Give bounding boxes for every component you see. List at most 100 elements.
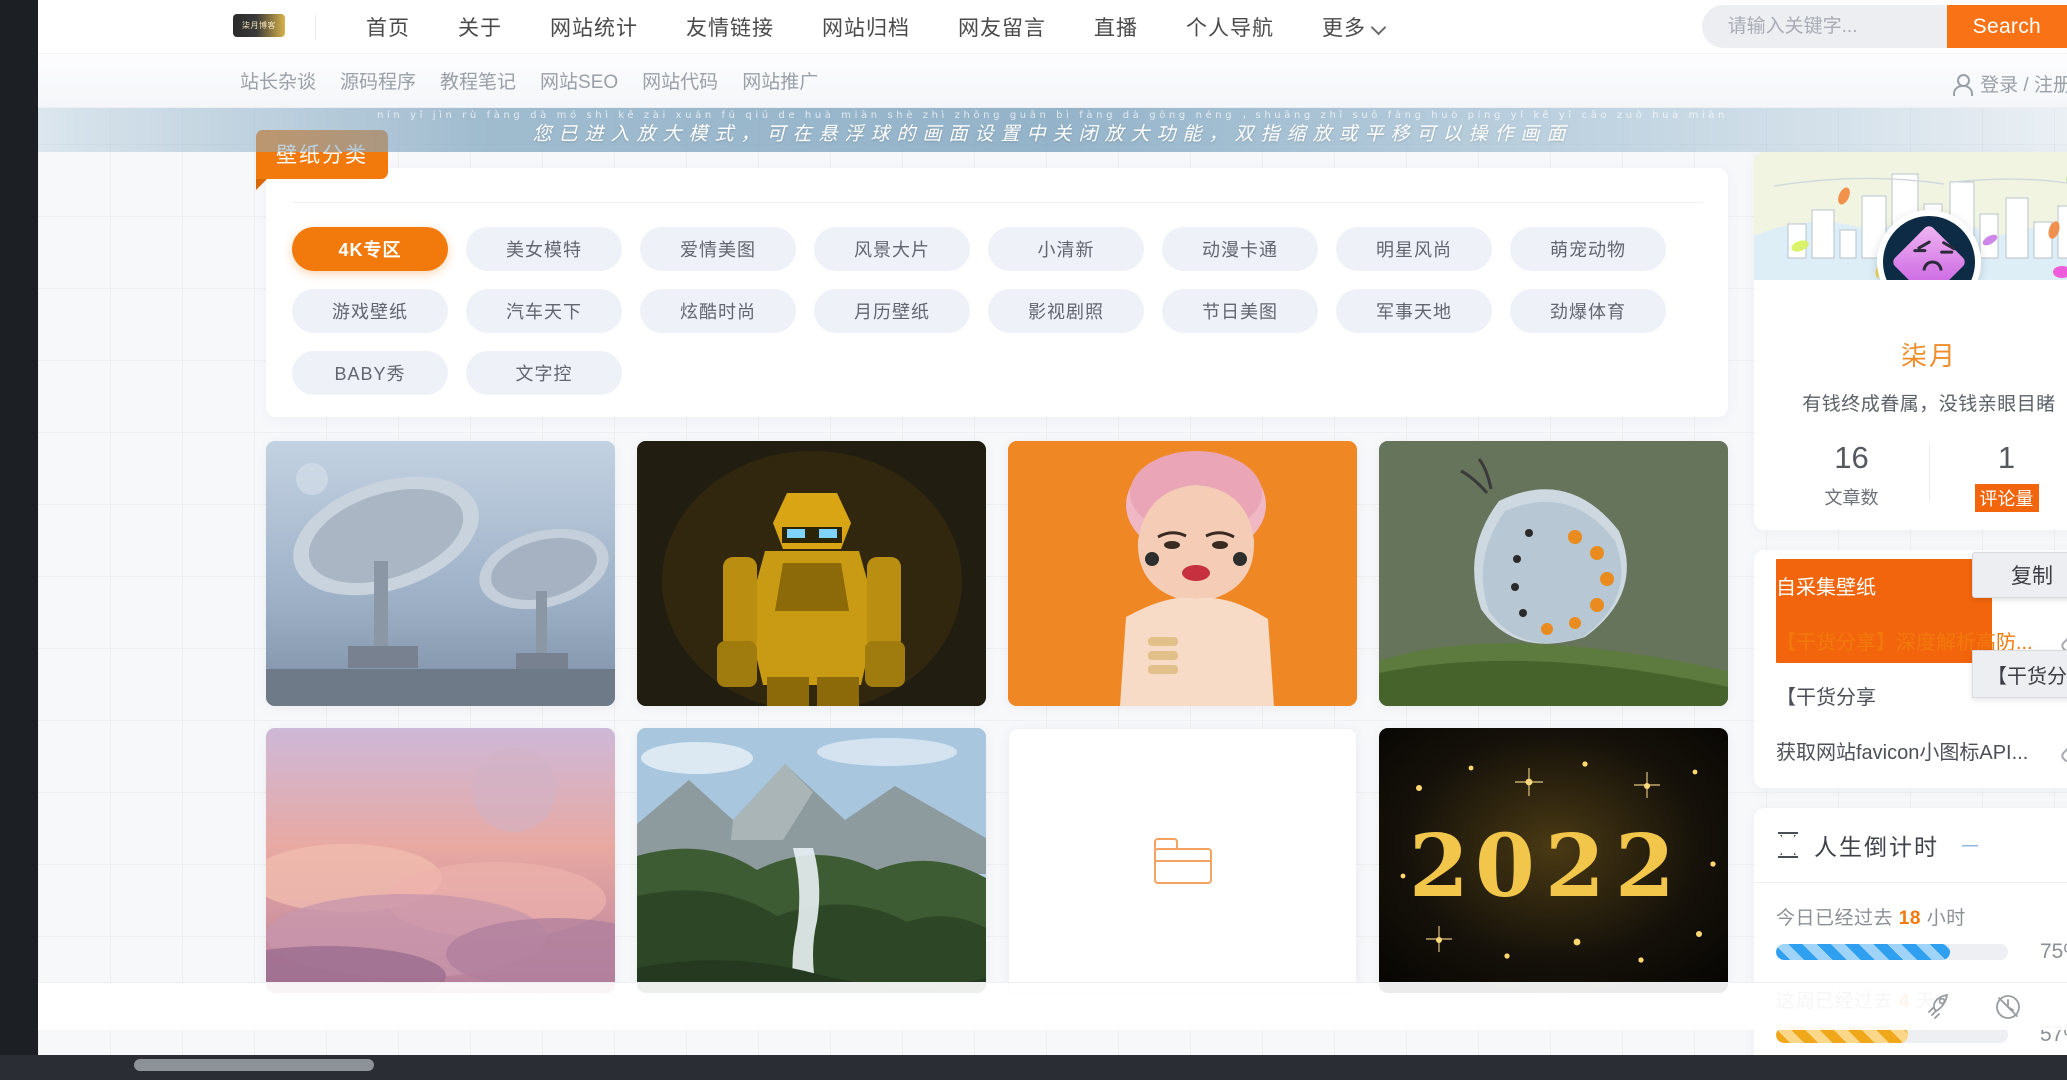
- subnav-item-seo[interactable]: 网站SEO: [528, 67, 630, 94]
- recent-links-card: 自采集壁纸 【干货分享】深度解析高防... 【干货分享 获取网站favicon小…: [1754, 550, 2067, 788]
- category-panel: 壁纸分类 4K专区 美女模特 爱情美图 风景大片 小清新 动漫卡通 明星风尚 萌…: [256, 130, 1728, 417]
- countdown-row-today: 今日已经过去 18 小时 75%: [1776, 903, 2067, 964]
- logo-badge: 柒月博客: [233, 13, 285, 37]
- countdown-header: 人生倒计时 －: [1754, 808, 2067, 883]
- wallpaper-grid: 20 22: [266, 441, 1728, 993]
- category-chip-fresh[interactable]: 小清新: [988, 227, 1144, 271]
- nav-item-nav[interactable]: 个人导航: [1162, 12, 1298, 42]
- wallpaper-item-radio-telescope-dishes[interactable]: [266, 441, 615, 706]
- countdown-today-unit: 小时: [1926, 908, 1966, 929]
- nav-item-home[interactable]: 首页: [342, 12, 434, 42]
- floating-action-bar: [38, 982, 2067, 1030]
- profile-stats: 16 文章数 1 评论量: [1774, 438, 2067, 512]
- wallpaper-item-blue-butterfly-macro[interactable]: [1379, 441, 1728, 706]
- category-chip-model[interactable]: 美女模特: [466, 227, 622, 271]
- search-button[interactable]: Search: [1946, 5, 2067, 48]
- hourglass-icon: [1776, 832, 1800, 858]
- category-chip-festival[interactable]: 节日美图: [1162, 289, 1318, 333]
- search-input[interactable]: [1701, 5, 1947, 48]
- wallpaper-item-mountain-waterfall-valley[interactable]: [637, 728, 986, 993]
- subnav-item-code[interactable]: 网站代码: [630, 67, 730, 94]
- link-icon[interactable]: [2060, 739, 2067, 763]
- stat-articles-label: 文章数: [1824, 488, 1879, 508]
- nav-item-guestbook[interactable]: 网友留言: [934, 12, 1070, 42]
- category-chip-list: 4K专区 美女模特 爱情美图 风景大片 小清新 动漫卡通 明星风尚 萌宠动物 游…: [292, 227, 1702, 395]
- category-chip-celebrity[interactable]: 明星风尚: [1336, 227, 1492, 271]
- category-chip-baby[interactable]: BABY秀: [292, 351, 448, 395]
- category-chip-military[interactable]: 军事天地: [1336, 289, 1492, 333]
- countdown-today-prefix: 今日已经过去: [1776, 908, 1894, 929]
- avatar-face-icon: [1890, 223, 1968, 280]
- category-chip-pets[interactable]: 萌宠动物: [1510, 227, 1666, 271]
- wallpaper-item-pink-hair-woman-orange[interactable]: [1008, 441, 1357, 706]
- rocket-icon[interactable]: [1925, 992, 1955, 1022]
- main-content: 壁纸分类 4K专区 美女模特 爱情美图 风景大片 小清新 动漫卡通 明星风尚 萌…: [256, 130, 1728, 993]
- subnav-item-promote[interactable]: 网站推广: [730, 67, 830, 94]
- site-header: 柒月博客 首页 关于 网站统计 友情链接 网站归档 网友留言 直播 个人导航 更…: [38, 0, 2067, 53]
- wallpaper-item-empty-placeholder[interactable]: [1008, 728, 1357, 993]
- chevron-down-icon: [1373, 21, 1384, 32]
- nav-item-archive[interactable]: 网站归档: [798, 12, 934, 42]
- panel-divider: [292, 202, 1702, 203]
- robot-image: [637, 441, 986, 706]
- nav-item-live[interactable]: 直播: [1070, 12, 1162, 42]
- site-logo[interactable]: 柒月博客: [233, 13, 285, 40]
- search-bar: Search: [1701, 5, 2067, 48]
- profile-body: 柒月 有钱终成眷属，没钱亲眼目睹 16 文章数 1 评论量: [1754, 280, 2067, 530]
- scrollbar-thumb[interactable]: [134, 1059, 374, 1071]
- category-chip-movie[interactable]: 影视剧照: [988, 289, 1144, 333]
- countdown-title: 人生倒计时: [1814, 834, 1939, 860]
- portrait-image: [1008, 441, 1357, 706]
- link-row-3-title: 【干货分享: [1776, 687, 1876, 709]
- wallpaper-item-2022-gold-stars[interactable]: 20 22: [1379, 728, 1728, 993]
- category-chip-fashion[interactable]: 炫酷时尚: [640, 289, 796, 333]
- category-chip-game[interactable]: 游戏壁纸: [292, 289, 448, 333]
- clock-icon[interactable]: [1993, 992, 2023, 1022]
- secondary-nav: 站长杂谈 源码程序 教程笔记 网站SEO 网站代码 网站推广 登录 / 注册: [38, 53, 2067, 108]
- subnav-item-tutorial[interactable]: 教程笔记: [428, 67, 528, 94]
- nav-item-more[interactable]: 更多: [1298, 12, 1408, 42]
- context-menu-copy[interactable]: 复制: [1972, 552, 2067, 598]
- waterfall-image: [637, 728, 986, 993]
- category-chip-landscape[interactable]: 风景大片: [814, 227, 970, 271]
- browser-viewport: 柒月博客 首页 关于 网站统计 友情链接 网站归档 网友留言 直播 个人导航 更…: [0, 0, 2067, 1080]
- horizontal-scrollbar[interactable]: [0, 1055, 2067, 1080]
- radio-telescope-image: [266, 441, 615, 706]
- category-chip-4k[interactable]: 4K专区: [292, 227, 448, 271]
- stat-articles-value: 16: [1834, 440, 1869, 475]
- viewport-left-gutter: [0, 0, 38, 1055]
- link-row-4[interactable]: 获取网站favicon小图标API...: [1754, 723, 2067, 778]
- svg-text:2: 2: [1615, 816, 1675, 917]
- wallpaper-item-yellow-robot-bumblebee[interactable]: [637, 441, 986, 706]
- profile-card: 柒月 有钱终成眷属，没钱亲眼目睹 16 文章数 1 评论量: [1754, 152, 2067, 530]
- svg-text:2: 2: [1545, 816, 1605, 917]
- wallpaper-item-pink-clouds-planet[interactable]: [266, 728, 615, 993]
- stat-articles[interactable]: 16 文章数: [1774, 438, 1929, 510]
- primary-nav: 首页 关于 网站统计 友情链接 网站归档 网友留言 直播 个人导航 更多: [342, 12, 1408, 42]
- category-chip-cars[interactable]: 汽车天下: [466, 289, 622, 333]
- svg-text:0: 0: [1475, 816, 1535, 917]
- nav-item-links[interactable]: 友情链接: [662, 12, 798, 42]
- countdown-today-amount: 18: [1898, 908, 1921, 929]
- category-chip-calendar[interactable]: 月历壁纸: [814, 289, 970, 333]
- subnav-item-zhanzhang[interactable]: 站长杂谈: [228, 67, 328, 94]
- magnify-banner-text: 您已进入放大模式，可在悬浮球的画面设置中关闭放大功能，双指缩放或平移可以操作画面: [532, 123, 1573, 145]
- magnify-banner-pinyin: nín yǐ jìn rù fàng dà mó shì kě zài xuán…: [377, 110, 1728, 121]
- stat-comments[interactable]: 1 评论量: [1929, 438, 2067, 512]
- login-register-link[interactable]: 登录 / 注册: [1951, 70, 2067, 97]
- nav-item-about[interactable]: 关于: [434, 12, 526, 42]
- butterfly-image: [1379, 441, 1728, 706]
- link-row-1-title: 自采集壁纸: [1776, 577, 1876, 599]
- collapse-button[interactable]: －: [1959, 829, 1981, 861]
- subnav-item-source[interactable]: 源码程序: [328, 67, 428, 94]
- category-chip-anime[interactable]: 动漫卡通: [1162, 227, 1318, 271]
- category-chip-text[interactable]: 文字控: [466, 351, 622, 395]
- link-icon[interactable]: [2060, 629, 2067, 653]
- link-tooltip: 【干货分享】深度解析高防服: [1972, 650, 2067, 698]
- nav-item-stats[interactable]: 网站统计: [526, 12, 662, 42]
- profile-name: 柒月: [1900, 341, 1957, 371]
- category-chip-sports[interactable]: 劲爆体育: [1510, 289, 1666, 333]
- web-page-canvas: 柒月博客 首页 关于 网站统计 友情链接 网站归档 网友留言 直播 个人导航 更…: [38, 0, 2067, 1055]
- category-chip-love[interactable]: 爱情美图: [640, 227, 796, 271]
- right-sidebar: 柒月 有钱终成眷属，没钱亲眼目睹 16 文章数 1 评论量 自采集壁纸 【干货分…: [1754, 152, 2067, 1055]
